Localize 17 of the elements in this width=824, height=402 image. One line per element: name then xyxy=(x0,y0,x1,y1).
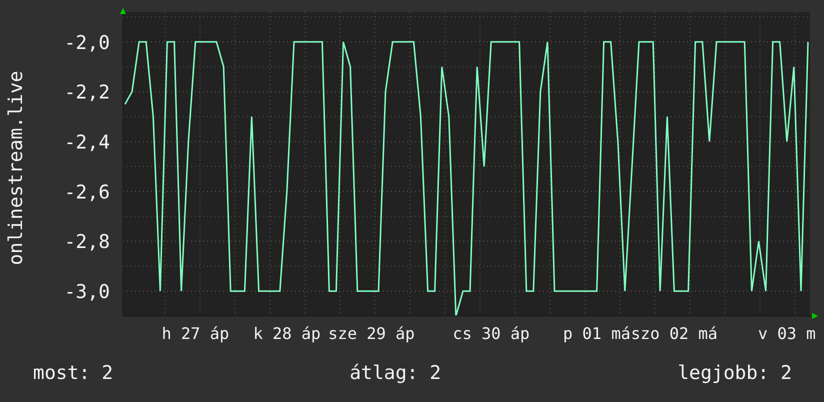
y-axis-label: -2,4 xyxy=(64,132,110,154)
x-axis-label: p 01 má xyxy=(563,324,630,343)
x-axis-label: cs 30 áp xyxy=(452,324,530,343)
axis-title: onlinestream.live xyxy=(5,70,27,266)
x-axis-label: k 28 áp xyxy=(253,324,321,343)
y-axis-label: -2,8 xyxy=(64,231,110,254)
x-axis-label: v 03 m xyxy=(758,324,816,343)
y-axis-label: -3,0 xyxy=(64,281,110,304)
y-axis-label: -2,0 xyxy=(64,32,110,54)
stat-text: legjobb: 2 xyxy=(678,362,792,384)
stat-text: most: 2 xyxy=(33,362,114,384)
y-axis-label: -2,2 xyxy=(64,82,110,104)
x-axis-label: szo 02 má xyxy=(630,324,718,343)
x-axis-label: h 27 áp xyxy=(162,324,230,343)
stat-text: átlag: 2 xyxy=(350,362,442,384)
x-axis-label: sze 29 áp xyxy=(328,324,415,343)
y-axis-label: -2,6 xyxy=(64,181,110,204)
